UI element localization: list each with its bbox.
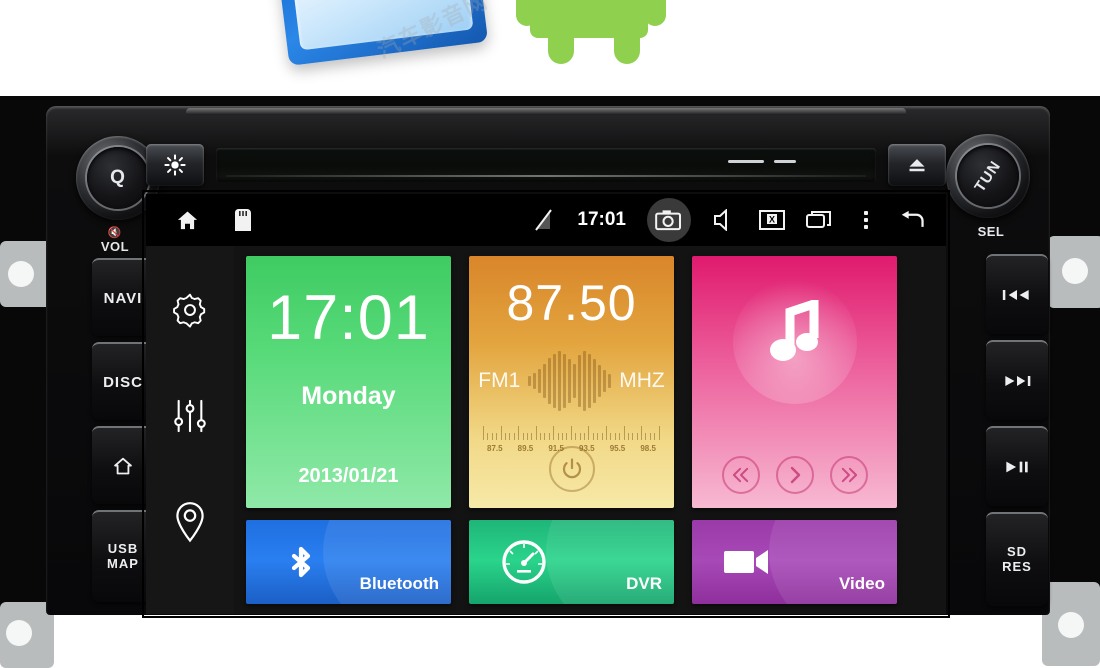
navi-label: NAVI [103,289,143,307]
unit-chassis: Q 🔇 VOL TUN SEL NAVI DISC USB MAP SD RES… [46,106,1050,618]
video-camera-icon [722,537,772,587]
tuning-scale-label: 98.5 [640,444,656,453]
video-label: Video [839,574,885,593]
android-status-bar: 17:01 X [146,194,946,246]
recents-icon[interactable] [806,207,832,233]
next-track-button[interactable] [986,340,1048,420]
camera-button[interactable] [647,198,691,242]
signal-off-icon [530,207,556,233]
tuning-scale-label: 89.5 [517,444,534,453]
eject-button[interactable] [888,144,946,186]
gear-icon [173,293,206,328]
music-controls [692,456,897,494]
sidebar-item-navigation[interactable] [168,500,212,544]
home-hard-button[interactable] [92,426,154,504]
tuning-scale-label: 95.5 [609,444,626,453]
mounting-bracket-top-right [1048,236,1100,308]
slot-markers [728,160,808,168]
chassis-highlight [186,108,906,115]
disc-slot-row [146,144,946,188]
navi-button[interactable]: NAVI [92,258,154,336]
tile-radio[interactable]: 87.50 FM1 MHZ 87.5 89.5 91.5 93.5 95.5 98.5 [469,256,674,508]
tuning-ruler[interactable] [483,424,660,440]
usb-label: USB [107,541,139,557]
home-icon[interactable] [174,207,200,233]
music-previous-button[interactable] [721,456,760,494]
status-bar-left [146,207,256,233]
back-arrow-icon[interactable] [900,207,926,233]
clock-day: Monday [301,382,396,410]
sidebar-item-equalizer[interactable] [168,394,212,438]
svg-text:X: X [769,215,775,225]
brightness-icon [164,154,186,176]
mounting-bracket-bottom-right [1042,582,1100,666]
tile-video[interactable]: Video [692,520,897,604]
tile-grid: 17:01 Monday 2013/01/21 87.50 FM1 MHZ 87… [234,246,946,614]
clock-date: 2013/01/21 [298,465,399,487]
head-unit: Q 🔇 VOL TUN SEL NAVI DISC USB MAP SD RES… [0,96,1100,668]
eject-icon [909,159,925,172]
sel-label: SEL [977,224,1005,239]
android-leg-left [548,20,574,64]
skip-next-icon [1005,376,1031,386]
disc-button[interactable]: DISC [92,342,154,420]
res-label: RES [1002,559,1032,574]
sidebar-item-settings[interactable] [168,288,212,332]
waveform-icon [528,350,612,412]
disc-label: DISC [103,373,143,391]
screenshot-icon[interactable]: X [759,207,785,233]
camera-icon [655,210,682,231]
tune-knob[interactable]: TUN [946,134,1030,218]
radio-band-row: FM1 MHZ [469,350,674,412]
play-pause-button[interactable] [986,426,1048,506]
bluetooth-label: Bluetooth [359,574,439,593]
tile-row-bottom: Bluetooth DVR Video [246,520,932,604]
vol-text: VOL [100,238,130,254]
radio-band: FM1 [478,369,521,392]
brightness-button[interactable] [146,144,204,186]
music-next-button[interactable] [829,456,868,494]
tuning-scale-label: 87.5 [487,444,503,453]
dvr-label: DVR [626,574,662,593]
tile-row-top: 17:01 Monday 2013/01/21 87.50 FM1 MHZ 87… [246,256,932,508]
play-pause-icon [1006,461,1028,473]
equalizer-icon [174,399,206,433]
usb-map-button[interactable]: USB MAP [92,510,154,602]
sd-card-icon[interactable] [230,207,256,233]
app-sidebar [146,246,234,614]
tile-clock[interactable]: 17:01 Monday 2013/01/21 [246,256,451,508]
radio-unit: MHZ [619,369,665,392]
overflow-menu-icon[interactable] [853,207,879,233]
status-bar-clock: 17:01 [577,209,626,230]
skip-previous-icon [1002,290,1029,300]
radio-power-button[interactable] [548,446,595,492]
sd-label: SD [1006,544,1028,560]
bluetooth-icon [276,537,326,587]
location-pin-icon [176,502,204,543]
power-icon [562,458,581,479]
tile-bluetooth[interactable]: Bluetooth [246,520,451,604]
sd-res-button[interactable]: SD RES [986,512,1048,606]
tile-music[interactable] [692,256,897,508]
tile-dvr[interactable]: DVR [469,520,674,604]
map-label: MAP [107,556,139,571]
status-bar-right: 17:01 X [530,198,946,242]
android-leg-right [614,20,640,64]
touchscreen[interactable]: 17:01 X 17:01 Monday 2013/01/21 87.50 FM… [146,194,946,614]
home-icon [114,457,132,475]
radio-frequency: 87.50 [506,275,637,331]
previous-track-button[interactable] [986,254,1048,334]
knob-label: Q [110,167,126,188]
speedometer-icon [499,537,549,587]
music-play-button[interactable] [775,456,814,494]
clock-time: 17:01 [267,283,430,353]
music-note-icon [769,297,821,379]
disc-slot[interactable] [216,148,876,182]
volume-icon[interactable] [712,207,738,233]
